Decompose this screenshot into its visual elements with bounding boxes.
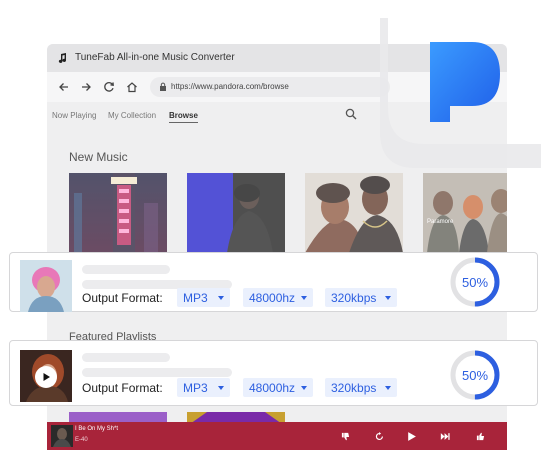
tab-browse[interactable]: Browse	[169, 111, 198, 123]
artist-placeholder-bar	[82, 368, 232, 377]
address-bar[interactable]: https://www.pandora.com/browse	[150, 77, 390, 97]
pandora-logo	[380, 18, 541, 168]
play-pause-button[interactable]	[403, 428, 419, 444]
sample-rate-dropdown[interactable]: 48000hz	[243, 378, 313, 397]
lock-icon	[160, 82, 166, 91]
album-tile[interactable]	[187, 173, 285, 253]
reload-button[interactable]	[100, 78, 118, 96]
skip-forward-icon	[440, 432, 450, 440]
pandora-p-icon	[380, 18, 541, 168]
album-art-text: Paramore	[427, 219, 454, 225]
home-icon	[127, 82, 137, 93]
play-icon	[43, 373, 50, 381]
bitrate-value: 320kbps	[331, 290, 377, 305]
tab-my-collection[interactable]: My Collection	[108, 111, 156, 120]
skip-button[interactable]	[437, 428, 453, 444]
progress-percent: 50%	[461, 367, 489, 383]
chevron-down-icon	[385, 385, 391, 390]
album-tile[interactable]	[305, 173, 403, 253]
play-button[interactable]	[35, 366, 57, 388]
conversion-item: Output Format: MP3 48000hz 320kbps 50%	[9, 340, 538, 406]
section-title-new-music: New Music	[69, 150, 128, 164]
back-button[interactable]	[55, 78, 73, 96]
output-format-label: Output Format:	[82, 381, 163, 395]
chevron-down-icon	[301, 295, 307, 300]
thumbs-up-button[interactable]	[472, 428, 488, 444]
conversion-item: Output Format: MP3 48000hz 320kbps 50%	[9, 252, 538, 312]
track-thumbnail	[20, 260, 72, 312]
chevron-down-icon	[218, 295, 224, 300]
now-playing-bar: I Be On My Sh*t E-40	[47, 422, 507, 450]
tab-now-playing[interactable]: Now Playing	[52, 111, 96, 120]
reload-icon	[104, 82, 114, 92]
title-placeholder-bar	[82, 353, 170, 362]
chevron-down-icon	[301, 385, 307, 390]
format-dropdown[interactable]: MP3	[177, 378, 230, 397]
output-format-label: Output Format:	[82, 291, 163, 305]
track-artist: E-40	[75, 437, 88, 443]
chevron-down-icon	[218, 385, 224, 390]
album-art-mini	[51, 425, 73, 447]
track-title: I Be On My Sh*t	[75, 426, 119, 432]
search-icon[interactable]	[345, 108, 357, 120]
forward-button[interactable]	[77, 78, 95, 96]
album-tile[interactable]	[69, 173, 167, 253]
thumbs-up-icon	[476, 432, 484, 440]
bitrate-value: 320kbps	[331, 380, 377, 395]
url-text: https://www.pandora.com/browse	[171, 82, 289, 91]
format-value: MP3	[183, 380, 208, 395]
album-art-pink-hair	[20, 260, 72, 312]
title-placeholder-bar	[82, 265, 170, 274]
album-art-portrait	[187, 173, 285, 253]
thumbs-down-icon	[341, 432, 349, 440]
album-tile[interactable]: Paramore	[423, 173, 507, 253]
replay-icon	[375, 431, 383, 440]
sample-rate-dropdown[interactable]: 48000hz	[243, 288, 313, 307]
progress-ring: 50%	[449, 349, 501, 401]
window-title: TuneFab All-in-one Music Converter	[75, 52, 235, 63]
sample-rate-value: 48000hz	[249, 290, 296, 305]
sample-rate-value: 48000hz	[249, 380, 296, 395]
arrow-left-icon	[59, 83, 68, 91]
format-dropdown[interactable]: MP3	[177, 288, 230, 307]
album-art-hotel	[69, 173, 167, 253]
arrow-right-icon	[82, 83, 91, 91]
play-icon	[407, 431, 416, 441]
thumbs-down-button[interactable]	[337, 428, 353, 444]
music-note-icon	[58, 53, 67, 63]
home-button[interactable]	[123, 78, 141, 96]
bitrate-dropdown[interactable]: 320kbps	[325, 288, 397, 307]
chevron-down-icon	[385, 295, 391, 300]
replay-button[interactable]	[371, 428, 387, 444]
bitrate-dropdown[interactable]: 320kbps	[325, 378, 397, 397]
album-art-band: Paramore	[423, 173, 507, 253]
album-art-couple	[305, 173, 403, 253]
now-playing-thumbnail[interactable]	[51, 425, 73, 447]
progress-ring: 50%	[449, 256, 501, 308]
format-value: MP3	[183, 290, 208, 305]
progress-percent: 50%	[461, 274, 489, 290]
